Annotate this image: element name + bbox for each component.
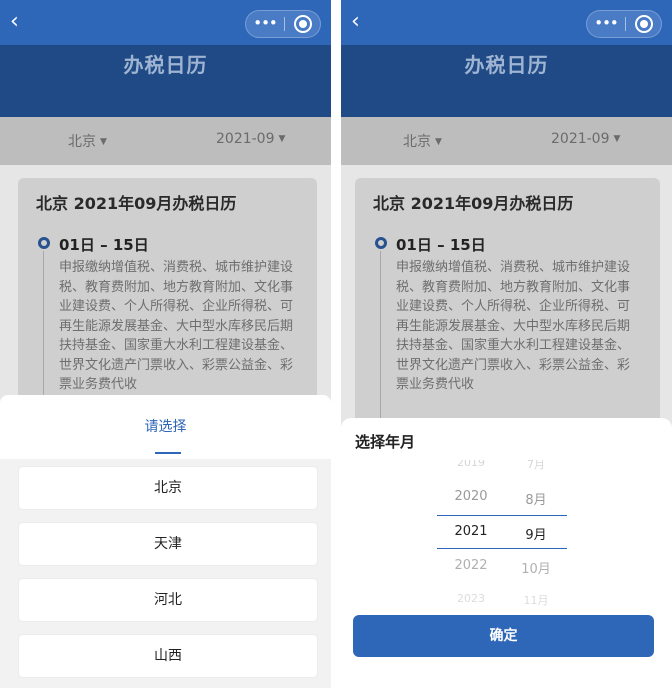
region-selector[interactable]: 北京 ▼ (68, 131, 107, 151)
filter-bar: 北京 ▼ 2021-09 ▼ (341, 117, 672, 165)
timeline-dot-icon (375, 237, 387, 249)
sheet-title[interactable]: 请选择 (0, 416, 331, 436)
tax-description: 申报缴纳增值税、消费税、城市维护建设税、教育费附加、地方教育附加、文化事业建设费… (396, 260, 631, 392)
month-label: 2021-09 (551, 131, 610, 147)
year-month-wheel[interactable]: 2019 7月 2020 8月 2021 9月 2022 10月 2023 11… (341, 460, 672, 612)
calendar-card: 北京 2021年09月办税日历 01日 – 15日 申报缴纳增值税、消费税、城市… (18, 178, 317, 431)
caret-down-icon: ▼ (100, 137, 107, 147)
selection-line-top (437, 515, 567, 516)
back-icon[interactable]: ‹ (351, 11, 360, 33)
mini-program-capsule: ••• (586, 10, 662, 38)
month-selector[interactable]: 2021-09 ▼ (216, 131, 285, 147)
nav-bar: ‹ ••• (341, 0, 672, 45)
active-tab-indicator (155, 452, 181, 454)
sheet-title: 选择年月 (355, 433, 416, 451)
region-option[interactable]: 天津 (18, 522, 318, 566)
region-option[interactable]: 北京 (18, 466, 318, 510)
month-option[interactable]: 8月 (501, 489, 571, 508)
month-option-selected[interactable]: 9月 (501, 524, 571, 543)
timeline-dot-icon (38, 237, 50, 249)
left-screen: ‹ ••• 办税日历 北京 ▼ 2021-09 ▼ 北京 2021年09月办税日历 … (0, 0, 331, 688)
card-title: 北京 2021年09月办税日历 (373, 194, 574, 213)
region-option[interactable]: 山西 (18, 634, 318, 678)
region-label: 北京 (403, 134, 431, 150)
caret-down-icon: ▼ (613, 134, 621, 144)
month-option[interactable]: 7月 (501, 460, 571, 472)
region-label: 北京 (68, 134, 96, 150)
month-option[interactable]: 11月 (501, 592, 571, 608)
caret-down-icon: ▼ (278, 134, 286, 144)
confirm-button[interactable]: 确定 (353, 615, 654, 657)
year-month-picker-sheet: 选择年月 2019 7月 2020 8月 2021 9月 2022 10月 20… (341, 418, 672, 688)
nav-bar: ‹ ••• (0, 0, 331, 45)
date-range: 01日 – 15日 (396, 236, 486, 254)
mini-program-capsule: ••• (245, 10, 321, 38)
card-title: 北京 2021年09月办税日历 (36, 194, 237, 213)
target-icon[interactable] (294, 15, 312, 33)
date-range: 01日 – 15日 (59, 236, 149, 254)
page-header: 办税日历 (0, 45, 331, 117)
region-selector[interactable]: 北京 ▼ (403, 131, 442, 151)
month-selector[interactable]: 2021-09 ▼ (551, 131, 620, 147)
capsule-divider (284, 17, 285, 31)
more-button[interactable]: ••• (246, 11, 284, 37)
back-icon[interactable]: ‹ (10, 11, 19, 33)
timeline-line (380, 251, 381, 431)
region-option[interactable]: 河北 (18, 578, 318, 622)
region-picker-sheet: 请选择 北京 天津 河北 山西 (0, 395, 331, 688)
caret-down-icon: ▼ (435, 137, 442, 147)
more-button[interactable]: ••• (587, 11, 625, 37)
capsule-divider (625, 17, 626, 31)
page-title: 办税日历 (464, 53, 549, 77)
calendar-card: 北京 2021年09月办税日历 01日 – 15日 申报缴纳增值税、消费税、城市… (355, 178, 660, 431)
target-icon[interactable] (635, 15, 653, 33)
month-option[interactable]: 10月 (501, 558, 571, 577)
page-title: 办税日历 (123, 53, 208, 77)
page-header: 办税日历 (341, 45, 672, 117)
sheet-header: 请选择 (0, 395, 331, 459)
filter-bar: 北京 ▼ 2021-09 ▼ (0, 117, 331, 165)
tax-description: 申报缴纳增值税、消费税、城市维护建设税、教育费附加、地方教育附加、文化事业建设费… (59, 260, 294, 392)
selection-line-bottom (437, 548, 567, 549)
right-screen: ‹ ••• 办税日历 北京 ▼ 2021-09 ▼ 北京 2021年09月办税日历 … (341, 0, 672, 688)
month-label: 2021-09 (216, 131, 275, 147)
